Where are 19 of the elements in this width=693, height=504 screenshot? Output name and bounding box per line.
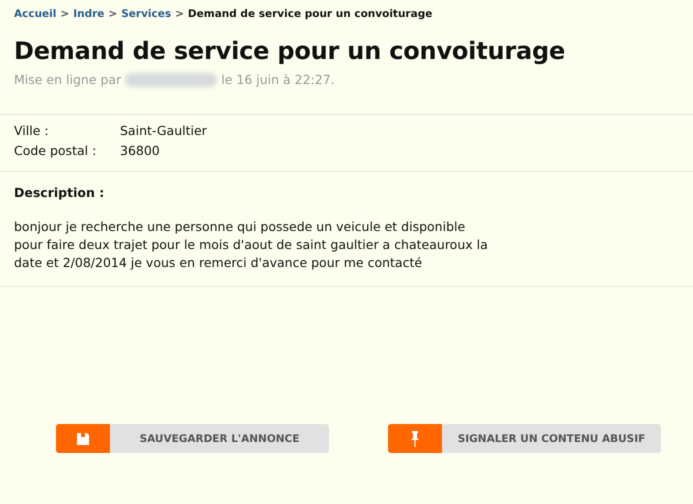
ad-title: Demand de service pour un convoiturage bbox=[14, 36, 566, 66]
pushpin-icon bbox=[410, 430, 420, 446]
breadcrumb-current: Demand de service pour un convoiturage bbox=[188, 8, 432, 20]
breadcrumb-separator: > bbox=[175, 8, 184, 20]
description-text: bonjour je recherche une personne qui possede un veicule et disponible pour faire deux trajet pour le mois d'aout de saint gaultier a chateauroux la date et 2/08/2014 je vous en remerci d'avance pour me contacté bbox=[14, 218, 489, 272]
description-heading: Description : bbox=[14, 184, 106, 202]
field-value: 36800 bbox=[120, 142, 160, 160]
breadcrumb-link[interactable]: Services bbox=[121, 8, 172, 20]
breadcrumb-separator: > bbox=[60, 8, 70, 20]
posted-by-text: Mise en ligne par bbox=[14, 72, 122, 87]
field-value: Saint-Gaultier bbox=[120, 122, 207, 140]
breadcrumb-link[interactable]: Accueil bbox=[14, 8, 56, 20]
action-button[interactable]: SIGNALER UN CONTENU ABUSIF bbox=[388, 424, 661, 453]
field-label: Ville : bbox=[14, 122, 50, 140]
action-button[interactable]: SAUVEGARDER L'ANNONCE bbox=[56, 424, 329, 453]
posted-date-text: le 16 juin à 22:27. bbox=[221, 72, 335, 87]
field-label: Code postal : bbox=[14, 142, 98, 160]
breadcrumb-separator: > bbox=[108, 8, 118, 20]
breadcrumb-link[interactable]: Indre bbox=[73, 8, 104, 20]
